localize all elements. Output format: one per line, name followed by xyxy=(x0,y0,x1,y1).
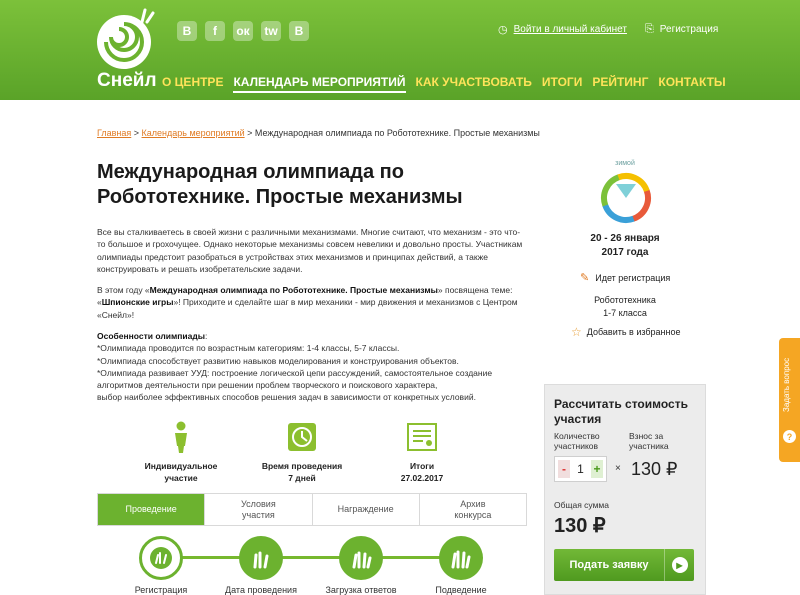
snail-logo[interactable] xyxy=(96,8,156,72)
nav-about[interactable]: О ЦЕНТРЕ xyxy=(162,75,223,93)
nav-rating[interactable]: РЕЙТИНГ xyxy=(592,75,648,93)
features-title: Особенности олимпиады xyxy=(97,331,205,341)
season-label: зимой xyxy=(615,160,635,167)
question-icon: ? xyxy=(783,430,796,443)
tab-conditions[interactable]: Условия участия xyxy=(205,494,313,525)
person-icon xyxy=(175,421,187,453)
features-item: *Олимпиада способствует развитию навыков… xyxy=(97,355,459,366)
features-item: *Олимпиада проводится по возрастным кате… xyxy=(97,343,400,354)
info-participation: Индивидуальное участие xyxy=(116,420,246,484)
features-item: выбор наиболее эффективных способов реше… xyxy=(97,392,476,403)
tab-archive[interactable]: Архив конкурса xyxy=(419,494,526,525)
nav-contacts[interactable]: КОНТАКТЫ xyxy=(658,75,725,93)
tab-conduct[interactable]: Проведение xyxy=(98,494,206,525)
stage-upload: Загрузка ответов xyxy=(321,536,401,595)
hand-icon xyxy=(439,536,483,580)
total-value: 130 ₽ xyxy=(554,515,606,537)
stages: Регистрация Дата проведения Загрузка отв… xyxy=(97,526,527,595)
breadcrumb-current: Международная олимпиада по Робототехнике… xyxy=(254,128,540,138)
qty-label: Количество участников xyxy=(554,431,600,451)
clock-icon xyxy=(288,423,316,451)
breadcrumb-home[interactable]: Главная xyxy=(97,128,131,138)
page-title: Международная олимпиада по Робототехнике… xyxy=(97,161,463,208)
total-label: Общая сумма xyxy=(554,500,609,510)
fee-label: Взнос за участника xyxy=(629,431,669,451)
registration-status: ✎ Идет регистрация xyxy=(580,272,671,284)
brand-name[interactable]: Снейл xyxy=(97,70,157,92)
nav-how-to-participate[interactable]: КАК УЧАСТВОВАТЬ xyxy=(416,75,532,93)
features-item: *Олимпиада развивает УУД: построение лог… xyxy=(97,367,493,391)
hand-icon xyxy=(239,536,283,580)
info-results: Итоги 27.02.2017 xyxy=(357,420,487,484)
account-links: ◷ Войти в личный кабинет ⎘ Регистрация xyxy=(498,23,718,36)
twitter-icon[interactable]: tw xyxy=(261,21,281,41)
event-dates: 20 - 26 января 2017 года xyxy=(590,233,660,258)
login-link[interactable]: Войти в личный кабинет xyxy=(514,24,627,35)
features-text: Особенности олимпиады: *Олимпиада провод… xyxy=(97,330,527,404)
increment-button[interactable]: + xyxy=(591,460,603,478)
breadcrumb-calendar[interactable]: Календарь мероприятий xyxy=(142,128,245,138)
facebook-icon[interactable]: f xyxy=(205,21,225,41)
register-icon: ⎘ xyxy=(644,23,654,35)
snail-hand-icon xyxy=(139,536,183,580)
tabs: Проведение Условия участия Награждение А… xyxy=(97,493,527,526)
hand-icon xyxy=(339,536,383,580)
add-to-favorites[interactable]: ☆ Добавить в избранное xyxy=(571,325,681,339)
season-clock-icon xyxy=(601,173,651,224)
header: Снейл В f ок tw B О ЦЕНТРЕ КАЛЕНДАРЬ МЕР… xyxy=(0,0,800,100)
social-links: В f ок tw B xyxy=(177,21,309,41)
stage-results: Подведение итогов xyxy=(421,536,501,595)
calc-title: Рассчитать стоимость участия xyxy=(554,397,688,426)
event-category: Робототехника 1-7 класса xyxy=(594,295,656,318)
register-link[interactable]: Регистрация xyxy=(660,24,718,35)
apply-button[interactable]: Подать заявку ▶ xyxy=(554,549,694,581)
tab-awards[interactable]: Награждение xyxy=(312,494,420,525)
ask-question-label: Задать вопрос xyxy=(782,357,791,412)
star-icon: ☆ xyxy=(571,325,582,339)
fee-value: 130 ₽ xyxy=(631,459,678,479)
vk-icon[interactable]: В xyxy=(177,21,197,41)
quantity-stepper: - 1 + xyxy=(554,456,607,482)
login-icon: ◷ xyxy=(498,24,508,36)
info-duration: Время проведения 7 дней xyxy=(237,420,367,484)
cost-calculator: Рассчитать стоимость участия Количество … xyxy=(544,384,706,595)
certificate-icon xyxy=(407,423,437,451)
intro-text: Все вы сталкиваетесь в своей жизни с раз… xyxy=(97,227,523,274)
breadcrumb: Главная > Календарь мероприятий > Междун… xyxy=(97,128,540,138)
decrement-button[interactable]: - xyxy=(558,460,570,478)
quantity-input[interactable]: 1 xyxy=(577,462,584,476)
nav-results[interactable]: ИТОГИ xyxy=(542,75,582,93)
main-nav: О ЦЕНТРЕ КАЛЕНДАРЬ МЕРОПРИЯТИЙ КАК УЧАСТ… xyxy=(162,75,726,93)
arrow-right-icon: ▶ xyxy=(664,549,694,581)
blogger-icon[interactable]: B xyxy=(289,21,309,41)
stage-date: Дата проведения xyxy=(221,536,301,595)
odnoklassniki-icon[interactable]: ок xyxy=(233,21,253,41)
edit-icon: ✎ xyxy=(580,272,590,284)
ask-question-tab[interactable]: Задать вопрос ? xyxy=(779,338,800,462)
theme-text: В этом году «Международная олимпиада по … xyxy=(97,285,518,320)
nav-calendar[interactable]: КАЛЕНДАРЬ МЕРОПРИЯТИЙ xyxy=(233,75,406,93)
stage-registration: Регистрация xyxy=(121,536,201,595)
multiply-sign: × xyxy=(615,463,621,474)
